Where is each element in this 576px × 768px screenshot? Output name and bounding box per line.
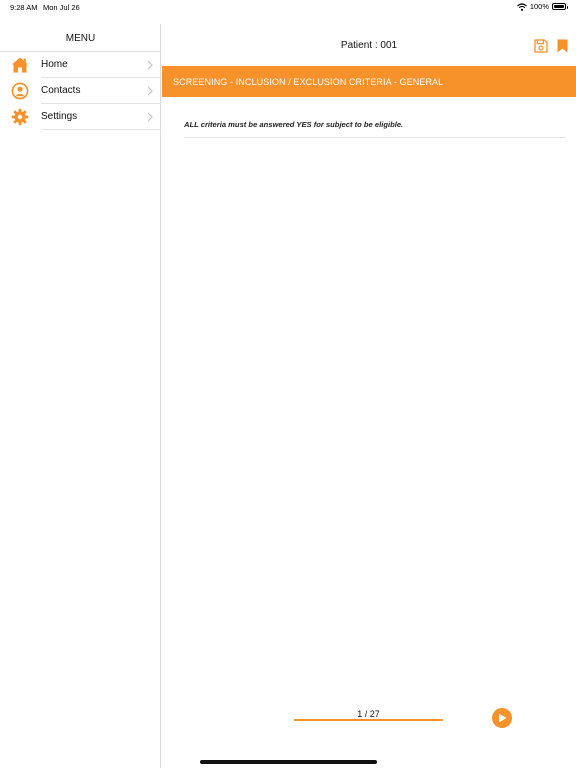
progress-fill [294, 719, 443, 721]
next-page-button[interactable] [492, 708, 512, 728]
sidebar-item-home[interactable]: Home [0, 52, 161, 78]
sidebar-item-contacts[interactable]: Contacts [0, 78, 161, 104]
home-icon [12, 57, 28, 73]
battery-icon [552, 3, 568, 10]
status-time: 9:28 AM [10, 3, 38, 12]
chevron-right-icon [147, 86, 153, 96]
battery-percent: 100% [529, 2, 549, 11]
play-icon [499, 713, 507, 723]
save-icon[interactable] [534, 39, 548, 53]
menu-list: Home Contacts Settings [0, 51, 161, 130]
sidebar-item-settings[interactable]: Settings [0, 104, 161, 130]
sidebar-item-label: Home [41, 59, 68, 70]
page-title: Patient : 001 [340, 40, 398, 51]
chevron-right-icon [147, 60, 153, 70]
sidebar: MENU Home Contacts Settings [0, 24, 161, 768]
menu-divider [41, 129, 161, 130]
home-indicator[interactable] [200, 760, 377, 764]
sidebar-item-label: Contacts [41, 85, 81, 96]
menu-title: MENU [65, 33, 96, 44]
header: Patient : 001 [162, 24, 576, 66]
sidebar-item-label: Settings [41, 111, 78, 122]
status-indicators: 100% [516, 2, 568, 11]
progress-bar [294, 719, 443, 721]
section-title: SCREENING - INCLUSION / EXCLUSION CRITER… [173, 77, 444, 87]
chevron-right-icon [147, 112, 153, 122]
wifi-icon [516, 2, 527, 11]
bookmark-icon[interactable] [557, 39, 568, 53]
user-circle-icon [11, 82, 29, 100]
gear-icon [11, 108, 29, 126]
section-banner: SCREENING - INCLUSION / EXCLUSION CRITER… [162, 66, 576, 97]
battery-fill [554, 5, 564, 8]
page-counter: 1 / 27 [357, 709, 380, 719]
criteria-instruction: ALL criteria must be answered YES for su… [184, 120, 404, 129]
status-bar: 9:28 AM Mon Jul 26 100% [0, 0, 576, 14]
divider [184, 137, 566, 138]
status-date: Mon Jul 26 [43, 3, 80, 12]
